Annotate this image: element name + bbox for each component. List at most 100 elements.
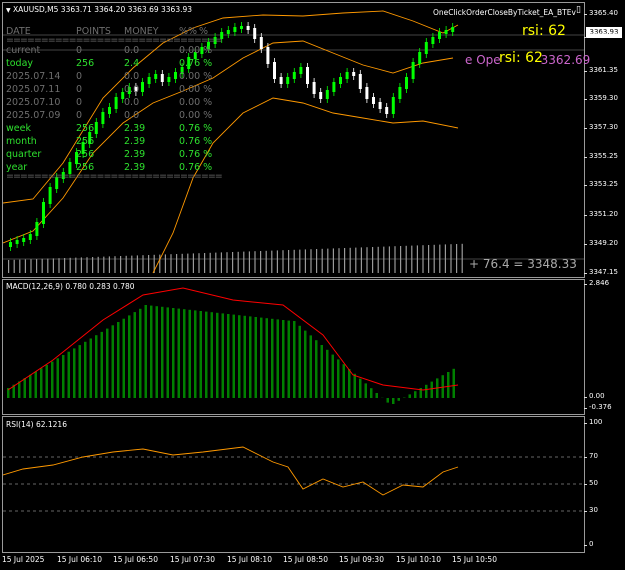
rsi-panel[interactable]: RSI(14) 62.1216: [2, 416, 585, 553]
macd-histogram-bar: [397, 398, 400, 401]
collapse-arrow-icon[interactable]: ▼: [6, 7, 11, 14]
macd-histogram-bar: [298, 325, 301, 398]
macd-histogram-bar: [205, 311, 208, 398]
ea-name-label: OneClickOrderCloseByTicket_EA_BTEv: [433, 8, 576, 17]
axis-label: 3347.15: [584, 268, 618, 276]
axis-label: 3351.20: [584, 210, 618, 218]
macd-histogram-bar: [73, 348, 76, 398]
volume-bar: [288, 250, 290, 273]
macd-histogram-bar: [150, 305, 153, 398]
macd-histogram-bar: [194, 310, 197, 398]
macd-axis[interactable]: 2.846 0.00 -0.376: [583, 279, 625, 413]
macd-histogram-bar: [227, 314, 230, 398]
stats-header-pct: %: [199, 26, 209, 37]
macd-histogram-bar: [265, 318, 268, 398]
volume-bar: [327, 248, 329, 273]
open-value-text: 3362.69: [540, 53, 591, 67]
axis-label: 0: [583, 540, 594, 548]
stats-cell-money: 0.0: [124, 97, 140, 108]
stats-header-row: DATE POINTS MONEY%%%: [6, 25, 222, 38]
macd-histogram-bar: [62, 355, 65, 398]
stats-cell-money: 0.0: [124, 84, 140, 95]
volume-bar: [136, 255, 138, 273]
macd-histogram-bar: [386, 398, 389, 403]
volume-bar: [170, 254, 172, 273]
stats-cell-label: current: [6, 45, 41, 56]
stats-cell-points: 256: [76, 123, 95, 134]
macd-histogram-bar: [342, 364, 345, 398]
candle-body: [22, 238, 26, 242]
axis-label: 3363.93: [584, 32, 618, 40]
candle-body: [292, 72, 296, 79]
macd-histogram-bar: [18, 381, 21, 398]
axis-label: 3365.40: [584, 9, 618, 17]
macd-histogram-bar: [221, 313, 224, 398]
macd-histogram-bar: [188, 309, 191, 398]
volume-bar: [108, 256, 110, 273]
macd-histogram-bar: [243, 315, 246, 398]
candle-body: [28, 234, 32, 240]
macd-histogram-bar: [309, 335, 312, 398]
macd-histogram-bar: [199, 311, 202, 398]
volume-bar: [47, 258, 49, 273]
stats-cell-points: 256: [76, 149, 95, 160]
time-axis-label: 15 Jul 08:10: [227, 555, 272, 564]
macd-histogram-bar: [183, 309, 186, 398]
macd-panel[interactable]: MACD(12,26,9) 0.780 0.283 0.780: [2, 279, 585, 415]
macd-histogram-bar: [216, 312, 219, 398]
stats-cell-label: year: [6, 162, 28, 173]
macd-histogram-bar: [84, 341, 87, 398]
macd-histogram-bar: [29, 374, 32, 398]
open-label-text: e Ope: [465, 53, 501, 67]
volume-bar: [198, 253, 200, 273]
macd-histogram-bar: [430, 381, 433, 398]
rsi-line: [3, 446, 459, 496]
volume-bar: [215, 252, 217, 273]
macd-histogram-bar: [172, 308, 175, 398]
volume-bar: [293, 249, 295, 273]
horizontal-line-readout: + 76.4 = 3348.33: [469, 257, 577, 271]
macd-histogram-bar: [56, 358, 59, 398]
volume-bar: [321, 248, 323, 273]
stats-row: week 256 2.39 0.76 %: [6, 122, 222, 135]
volume-bar: [377, 246, 379, 273]
price-chart-panel[interactable]: ▼ XAUUSD,M5 3363.71 3364.20 3363.69 3363…: [2, 2, 590, 278]
stats-cell-points: 256: [76, 136, 95, 147]
candle-body: [424, 42, 428, 54]
stats-cell-points: 0: [76, 71, 83, 82]
macd-histogram-bar: [276, 319, 279, 398]
stats-cell-label: 2025.07.10: [6, 97, 61, 108]
candle-body: [358, 74, 362, 89]
stats-row: today 256 2.4 0.76 %: [6, 57, 222, 70]
stats-cell-pct: 0.00 %: [179, 110, 213, 121]
candle-body: [372, 97, 375, 104]
rsi-axis[interactable]: 100 70 50 30 0: [583, 416, 625, 551]
volume-bar: [299, 249, 301, 273]
macd-histogram-bar: [315, 340, 318, 398]
stats-cell-money: 0.0: [124, 110, 140, 121]
axis-label: 3353.25: [584, 180, 618, 188]
candle-body: [438, 32, 441, 39]
macd-histogram-bar: [348, 369, 351, 398]
macd-histogram-bar: [320, 345, 323, 398]
rsi-canvas: [3, 446, 584, 512]
stats-cell-label: month: [6, 136, 37, 147]
stats-cell-label: 2025.07.11: [6, 84, 61, 95]
volume-bar: [411, 245, 413, 273]
axis-label: 0.00: [584, 392, 605, 400]
candle-body: [405, 77, 408, 89]
stats-cell-label: 2025.07.09: [6, 110, 61, 121]
axis-label: 100: [583, 418, 603, 426]
candle-body: [451, 27, 455, 32]
macd-histogram-bar: [100, 331, 103, 398]
rsi-label-top: rsi: 62: [522, 23, 566, 39]
stats-cell-pct: 0.76 %: [179, 149, 213, 160]
stats-row: year 256 2.39 0.76 %: [6, 161, 222, 174]
volume-bar: [226, 252, 228, 273]
stats-cell-label: 2025.07.14: [6, 71, 61, 82]
price-axis[interactable]: 3365.40 3363.93 3361.35 3359.30 3357.30 3355.…: [584, 2, 625, 278]
volume-bar: [444, 244, 446, 273]
macd-histogram-bar: [210, 312, 213, 398]
volume-bar: [400, 246, 402, 273]
volume-bar: [276, 250, 278, 273]
